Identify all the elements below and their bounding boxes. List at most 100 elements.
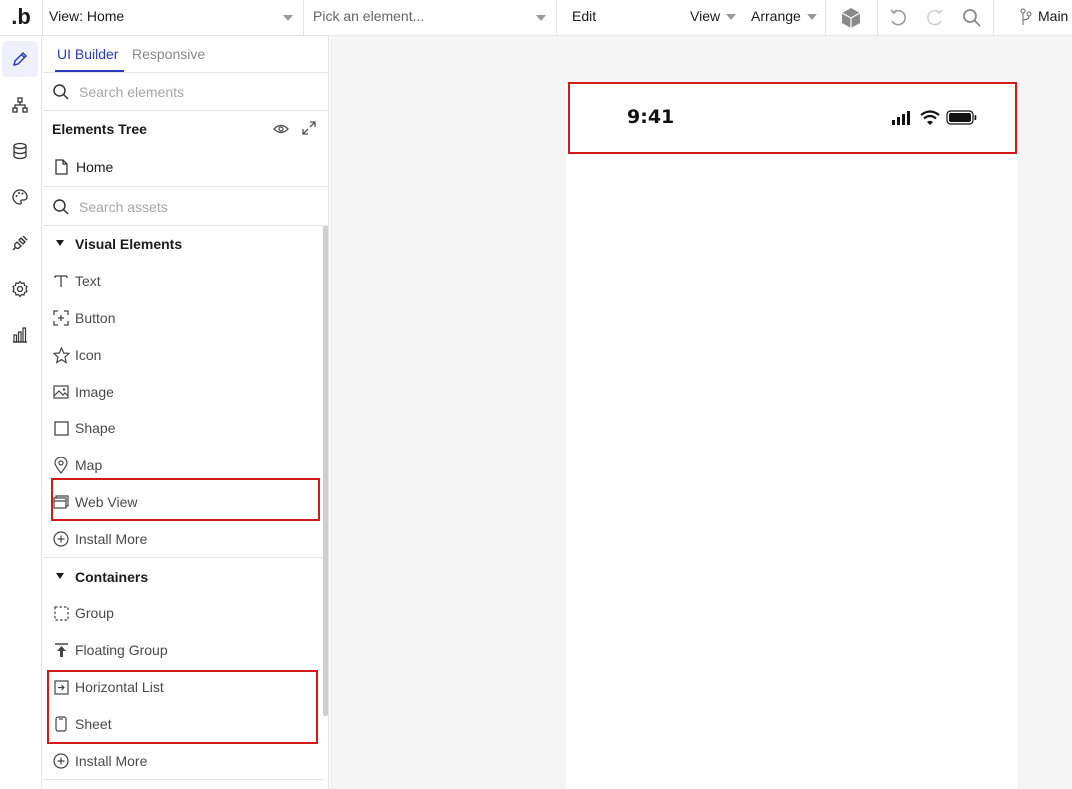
button-icon <box>52 309 70 327</box>
active-tab-indicator <box>55 70 124 72</box>
element-floating-group[interactable]: Floating Group <box>43 632 323 668</box>
square-icon <box>52 419 70 437</box>
section-title: Containers <box>75 569 149 585</box>
element-label: Group <box>75 605 114 621</box>
view-selector[interactable]: View: Home <box>43 0 304 35</box>
phone-screen[interactable] <box>566 82 1017 789</box>
element-label: Map <box>75 457 103 473</box>
branch-label: Main <box>1038 8 1069 24</box>
tree-item-home[interactable]: Home <box>43 149 328 187</box>
element-map[interactable]: Map <box>43 447 323 483</box>
element-label: Floating Group <box>75 642 168 658</box>
menu-edit[interactable]: Edit <box>572 0 596 35</box>
horizontal-list-icon <box>52 678 70 696</box>
search-elements[interactable]: Search elements <box>43 73 328 111</box>
element-picker[interactable]: Pick an element... <box>304 0 557 35</box>
caret-down-icon <box>56 573 64 579</box>
search-icon <box>52 83 70 106</box>
element-label: Text <box>75 273 101 289</box>
database-icon[interactable] <box>2 133 38 169</box>
element-button[interactable]: Button <box>43 300 323 336</box>
text-icon <box>52 272 70 290</box>
divider <box>43 779 323 780</box>
element-shape[interactable]: Shape <box>43 410 323 446</box>
panel-scrollbar[interactable] <box>323 226 328 716</box>
dashed-square-icon <box>52 604 70 622</box>
plus-circle-icon <box>52 530 70 548</box>
status-time: 9:41 <box>627 106 675 128</box>
element-group[interactable]: Group <box>43 595 323 631</box>
chevron-down-icon <box>726 14 737 21</box>
plugin-icon[interactable] <box>2 225 38 261</box>
menu-arrange-label: Arrange <box>751 8 801 24</box>
search-assets-input[interactable]: Search assets <box>79 199 168 215</box>
element-icon[interactable]: Icon <box>43 337 323 373</box>
map-pin-icon <box>52 456 70 474</box>
star-icon <box>52 346 70 364</box>
menu-view[interactable]: View <box>690 0 737 35</box>
tab-responsive[interactable]: Responsive <box>132 46 205 62</box>
section-visual-elements[interactable]: Visual Elements <box>43 226 323 262</box>
expand-icon[interactable] <box>301 120 317 141</box>
menu-edit-label: Edit <box>572 8 597 24</box>
top-bar: .b View: Home Pick an element... Edit Vi… <box>0 0 1072 36</box>
panel-tabs: UI Builder Responsive <box>43 36 328 73</box>
element-label: Install More <box>75 753 148 769</box>
settings-icon[interactable] <box>2 271 38 307</box>
element-label: Horizontal List <box>75 679 164 695</box>
sheet-icon <box>52 715 70 733</box>
elements-tree-header: Elements Tree <box>43 111 328 149</box>
element-sheet[interactable]: Sheet <box>43 706 323 742</box>
search-icon <box>52 198 70 221</box>
redo-icon[interactable] <box>921 4 949 32</box>
plus-circle-icon <box>52 752 70 770</box>
cube-icon[interactable] <box>837 4 865 32</box>
analytics-icon[interactable] <box>2 317 38 353</box>
caret-down-icon <box>56 240 64 246</box>
element-install-more[interactable]: Install More <box>43 743 323 779</box>
element-image[interactable]: Image <box>43 374 323 410</box>
element-label: Web View <box>75 494 138 510</box>
tab-ui-builder[interactable]: UI Builder <box>57 46 118 62</box>
menu-arrange[interactable]: Arrange <box>751 0 817 35</box>
status-icons <box>892 109 980 132</box>
divider <box>43 557 323 558</box>
element-picker-placeholder: Pick an element... <box>313 8 425 24</box>
chevron-down-icon <box>536 15 546 21</box>
page-icon <box>54 159 68 180</box>
wifi-icon <box>920 110 940 125</box>
element-label: Shape <box>75 420 116 436</box>
search-elements-input[interactable]: Search elements <box>79 84 184 100</box>
menu-view-label: View <box>690 8 721 24</box>
element-web-view[interactable]: Web View <box>43 484 323 520</box>
branch-selector[interactable]: Main <box>1020 0 1068 35</box>
element-label: Image <box>75 384 114 400</box>
battery-icon <box>946 110 977 125</box>
cellular-signal-icon <box>892 111 910 125</box>
search-assets[interactable]: Search assets <box>43 188 328 226</box>
divider <box>825 0 826 35</box>
chevron-down-icon <box>806 14 817 21</box>
element-horizontal-list[interactable]: Horizontal List <box>43 669 323 705</box>
element-label: Install More <box>75 531 148 547</box>
workflow-icon[interactable] <box>2 87 38 123</box>
section-containers[interactable]: Containers <box>43 559 323 595</box>
element-text[interactable]: Text <box>43 263 323 299</box>
section-title: Visual Elements <box>75 236 183 252</box>
bubble-logo[interactable]: .b <box>0 0 42 36</box>
divider <box>993 0 994 35</box>
element-label: Sheet <box>75 716 112 732</box>
eye-icon[interactable] <box>273 121 289 142</box>
view-selector-label: View: Home <box>49 8 125 24</box>
elements-tree-title: Elements Tree <box>52 121 147 137</box>
element-install-more[interactable]: Install More <box>43 521 323 557</box>
left-rail <box>0 36 42 789</box>
chevron-down-icon <box>283 15 293 21</box>
search-icon[interactable] <box>958 4 986 32</box>
palette-icon[interactable] <box>2 179 38 215</box>
web-view-icon <box>52 493 70 511</box>
undo-icon[interactable] <box>884 4 912 32</box>
tree-item-label: Home <box>76 159 114 175</box>
status-bar[interactable]: 9:41 <box>568 82 1017 154</box>
design-icon[interactable] <box>2 41 38 77</box>
